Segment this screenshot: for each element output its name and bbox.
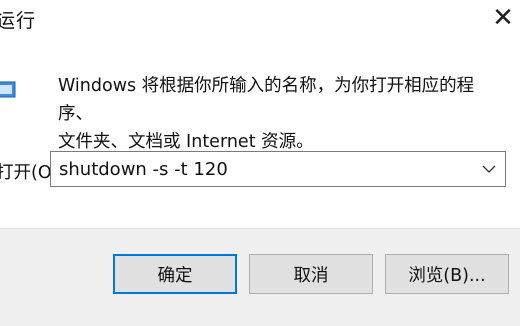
open-combobox[interactable]: shutdown -s -t 120 (50, 151, 506, 187)
run-app-icon (0, 80, 16, 100)
ok-button[interactable]: 确定 (113, 254, 237, 294)
description-text: Windows 将根据你所输入的名称，为你打开相应的程序、 文件夹、文档或 In… (58, 72, 508, 156)
description-line-1: Windows 将根据你所输入的名称，为你打开相应的程序、 (58, 76, 475, 124)
close-button[interactable]: ✕ (486, 0, 520, 36)
open-input[interactable]: shutdown -s -t 120 (59, 159, 228, 180)
close-icon: ✕ (492, 3, 514, 33)
cancel-button[interactable]: 取消 (249, 254, 373, 294)
chevron-down-icon[interactable] (479, 158, 499, 180)
browse-button[interactable]: 浏览(B)... (385, 254, 509, 294)
title-bar: 运行 ✕ (0, 0, 520, 36)
window-title: 运行 (0, 10, 37, 32)
